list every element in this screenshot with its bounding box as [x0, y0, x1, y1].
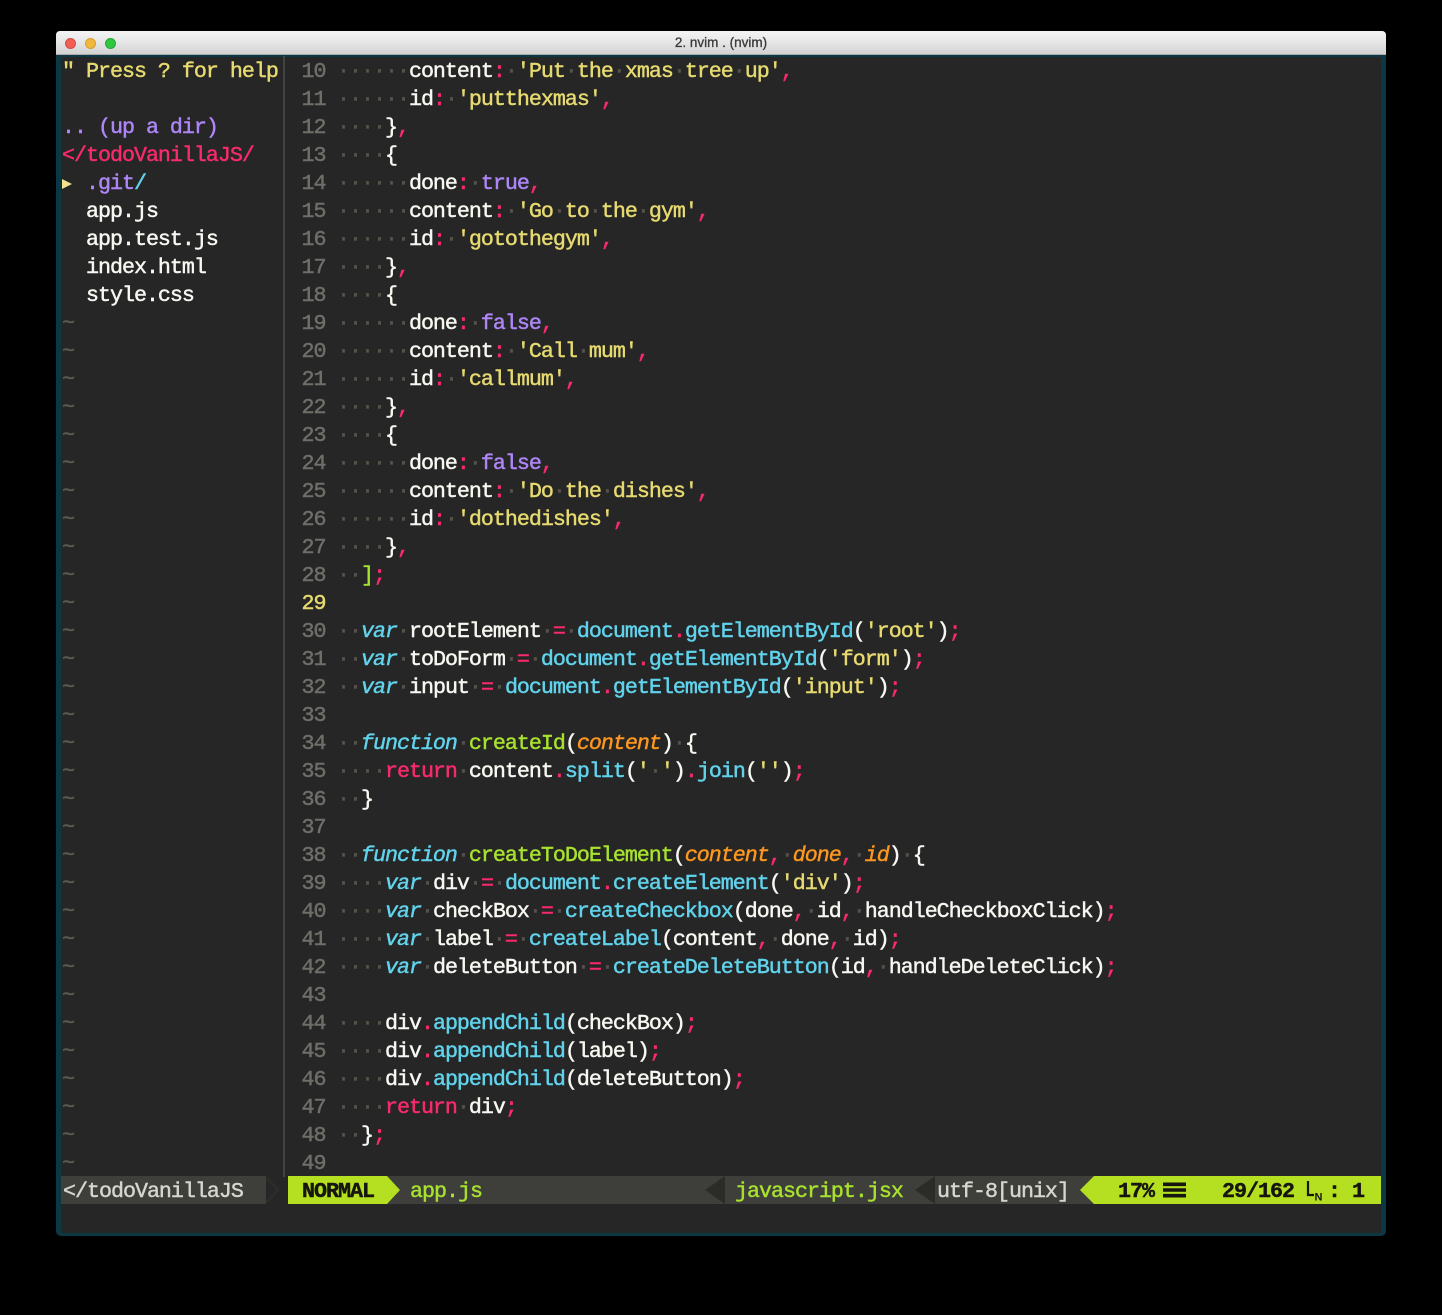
svg-text:N: N	[1315, 1192, 1323, 1204]
